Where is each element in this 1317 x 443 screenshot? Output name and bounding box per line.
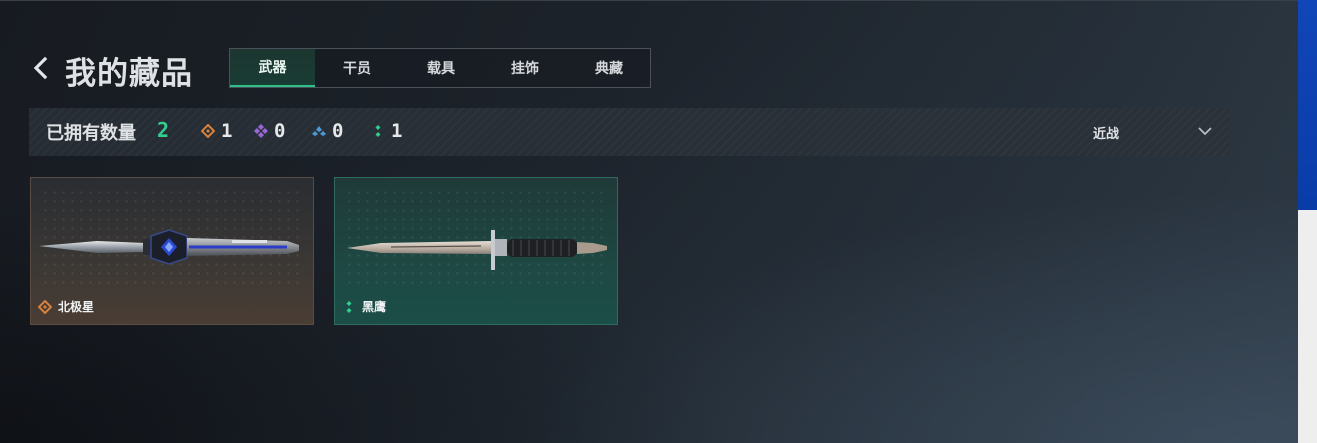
- rarity-count-green: 1: [371, 120, 402, 142]
- weapon-card[interactable]: 北极星: [30, 177, 314, 325]
- adjacent-window-blue-panel: [1298, 0, 1317, 210]
- rarity-blue-count: 0: [332, 120, 344, 142]
- collection-screen: 我的藏品 武器 干员 载具 挂饰 典藏 已拥有数量 2 1 0 0 1 近战 北…: [0, 0, 1298, 443]
- sort-selected-value: 近战: [1093, 127, 1120, 142]
- green-dots-icon: [375, 125, 381, 137]
- tab-weapons[interactable]: 武器: [230, 49, 315, 87]
- filter-bar: 已拥有数量 2 1 0 0 1 近战: [29, 108, 1229, 156]
- green-dots-icon: [346, 300, 352, 313]
- tab-operators[interactable]: 干员: [315, 49, 399, 87]
- rarity-green-count: 1: [391, 120, 403, 142]
- owned-count-value: 2: [157, 118, 170, 142]
- tab-vehicles[interactable]: 载具: [399, 49, 483, 87]
- purple-diamond-icon: [254, 124, 268, 138]
- orange-diamond-icon: [201, 124, 215, 138]
- chevron-down-icon: [1198, 127, 1212, 136]
- adjacent-window-edge: [1298, 0, 1317, 443]
- rarity-orange-count: 1: [221, 120, 233, 142]
- combat-knife-image: [347, 230, 607, 270]
- page-title: 我的藏品: [65, 56, 193, 92]
- blue-chevron-icon: [312, 126, 326, 136]
- rarity-count-purple: 0: [254, 120, 285, 142]
- rarity-count-blue: 0: [312, 120, 343, 142]
- chevron-left-icon: [33, 56, 48, 80]
- dagger-image: [39, 229, 299, 265]
- sort-dropdown[interactable]: 近战: [1093, 120, 1213, 144]
- item-name: 黑鹰: [362, 300, 387, 314]
- tab-collection[interactable]: 典藏: [567, 49, 651, 87]
- tab-charms[interactable]: 挂饰: [483, 49, 567, 87]
- orange-diamond-icon: [38, 299, 52, 314]
- weapon-card[interactable]: 黑鹰: [334, 177, 618, 325]
- item-name: 北极星: [58, 300, 95, 314]
- card-name-row: 北极星: [38, 298, 94, 315]
- owned-count-label: 已拥有数量: [46, 123, 136, 144]
- card-name-row: 黑鹰: [342, 298, 386, 315]
- rarity-count-orange: 1: [201, 120, 232, 142]
- category-tabs: 武器 干员 载具 挂饰 典藏: [229, 48, 651, 88]
- back-button[interactable]: [30, 53, 52, 83]
- rarity-purple-count: 0: [274, 120, 286, 142]
